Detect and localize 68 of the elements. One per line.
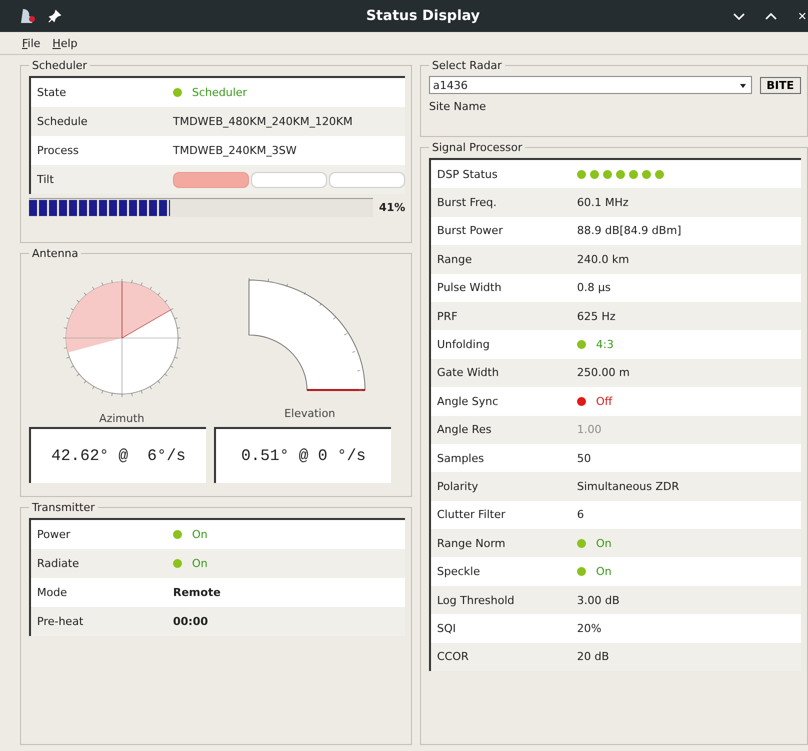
row-label: Mode (37, 586, 68, 599)
row-value: TMDWEB_480KM_240KM_120KM (173, 115, 354, 128)
row-label: Schedule (37, 115, 89, 128)
row-value: 3.00 dB (577, 594, 621, 607)
row-value: 625 Hz (577, 310, 617, 323)
menu-item[interactable]: Help (52, 36, 78, 50)
row-value: 0.8 µs (577, 281, 612, 294)
status-text: Off (596, 394, 612, 408)
group-title: Select Radar (431, 59, 503, 72)
row-value: Simultaneous ZDR (577, 480, 680, 493)
row-label: Angle Sync (437, 394, 500, 408)
row-label: SQI (437, 622, 457, 635)
row-value: 88.9 dB[84.9 dBm] (577, 224, 682, 238)
row-label: Burst Freq. (437, 196, 498, 210)
site-name-label: Site Name (429, 100, 488, 113)
row-label: Radiate (37, 557, 80, 570)
row-value: 50 (577, 452, 592, 465)
azimuth-readout: 42.62° @ 6°/s (29, 427, 206, 483)
pin-icon[interactable] (48, 9, 62, 23)
row-label: Log Threshold (437, 594, 516, 607)
row-label: Clutter Filter (437, 508, 506, 522)
row-label: Range Norm (437, 536, 506, 550)
row-label: Speckle (437, 565, 481, 578)
row-label: Pre-heat (37, 615, 84, 628)
row-value: 240.0 km (577, 252, 630, 266)
row-value: TMDWEB_240KM_3SW (173, 144, 298, 157)
row-label: PRF (437, 310, 459, 323)
row-label: Gate Width (437, 366, 500, 380)
row-value: 00:00 (173, 615, 210, 628)
group-title: Scheduler (31, 59, 88, 72)
row-label: Tilt (37, 173, 55, 186)
group-title: Transmitter (31, 501, 96, 514)
elevation-readout: 0.51° @ 0 °/s (214, 427, 391, 483)
dial-label: Azimuth (99, 412, 144, 425)
dial-label: Elevation (284, 407, 336, 420)
app-logo-icon (18, 6, 38, 26)
row-label: Range (437, 252, 473, 266)
group-title: Antenna (31, 247, 80, 260)
status-text: Scheduler (192, 86, 248, 99)
status-text: On (596, 536, 612, 550)
row-value: 250.00 m (577, 366, 631, 380)
row-label: Process (37, 144, 80, 157)
status-text: On (192, 557, 208, 570)
row-label: State (37, 86, 68, 99)
row-value: 20% (577, 622, 602, 635)
status-text: On (192, 528, 208, 541)
row-label: Burst Power (437, 224, 504, 238)
row-value: 20 dB (577, 650, 610, 664)
progress-reading: 41% (379, 201, 405, 214)
row-label: DSP Status (437, 168, 499, 181)
status-text: On (596, 565, 612, 578)
group-title: Signal Processor (431, 141, 524, 154)
row-label: Angle Res (437, 423, 492, 436)
status-text: 4:3 (596, 338, 614, 352)
row-label: Polarity (437, 480, 480, 493)
row-label: CCOR (437, 650, 470, 664)
menu-item[interactable]: File (22, 36, 40, 50)
row-value: Remote (173, 586, 222, 599)
row-label: Unfolding (437, 338, 491, 352)
row-value: 1.00 (577, 423, 602, 436)
window-title: Status Display (365, 8, 481, 24)
row-label: Pulse Width (437, 281, 502, 294)
row-label: Power (37, 528, 72, 541)
radar-dropdown[interactable]: a1436 (429, 76, 752, 94)
bite-button[interactable]: BITE (760, 76, 801, 94)
row-label: Samples (437, 452, 485, 465)
row-value: 60.1 MHz (577, 196, 630, 210)
row-value: 6 (577, 508, 585, 522)
